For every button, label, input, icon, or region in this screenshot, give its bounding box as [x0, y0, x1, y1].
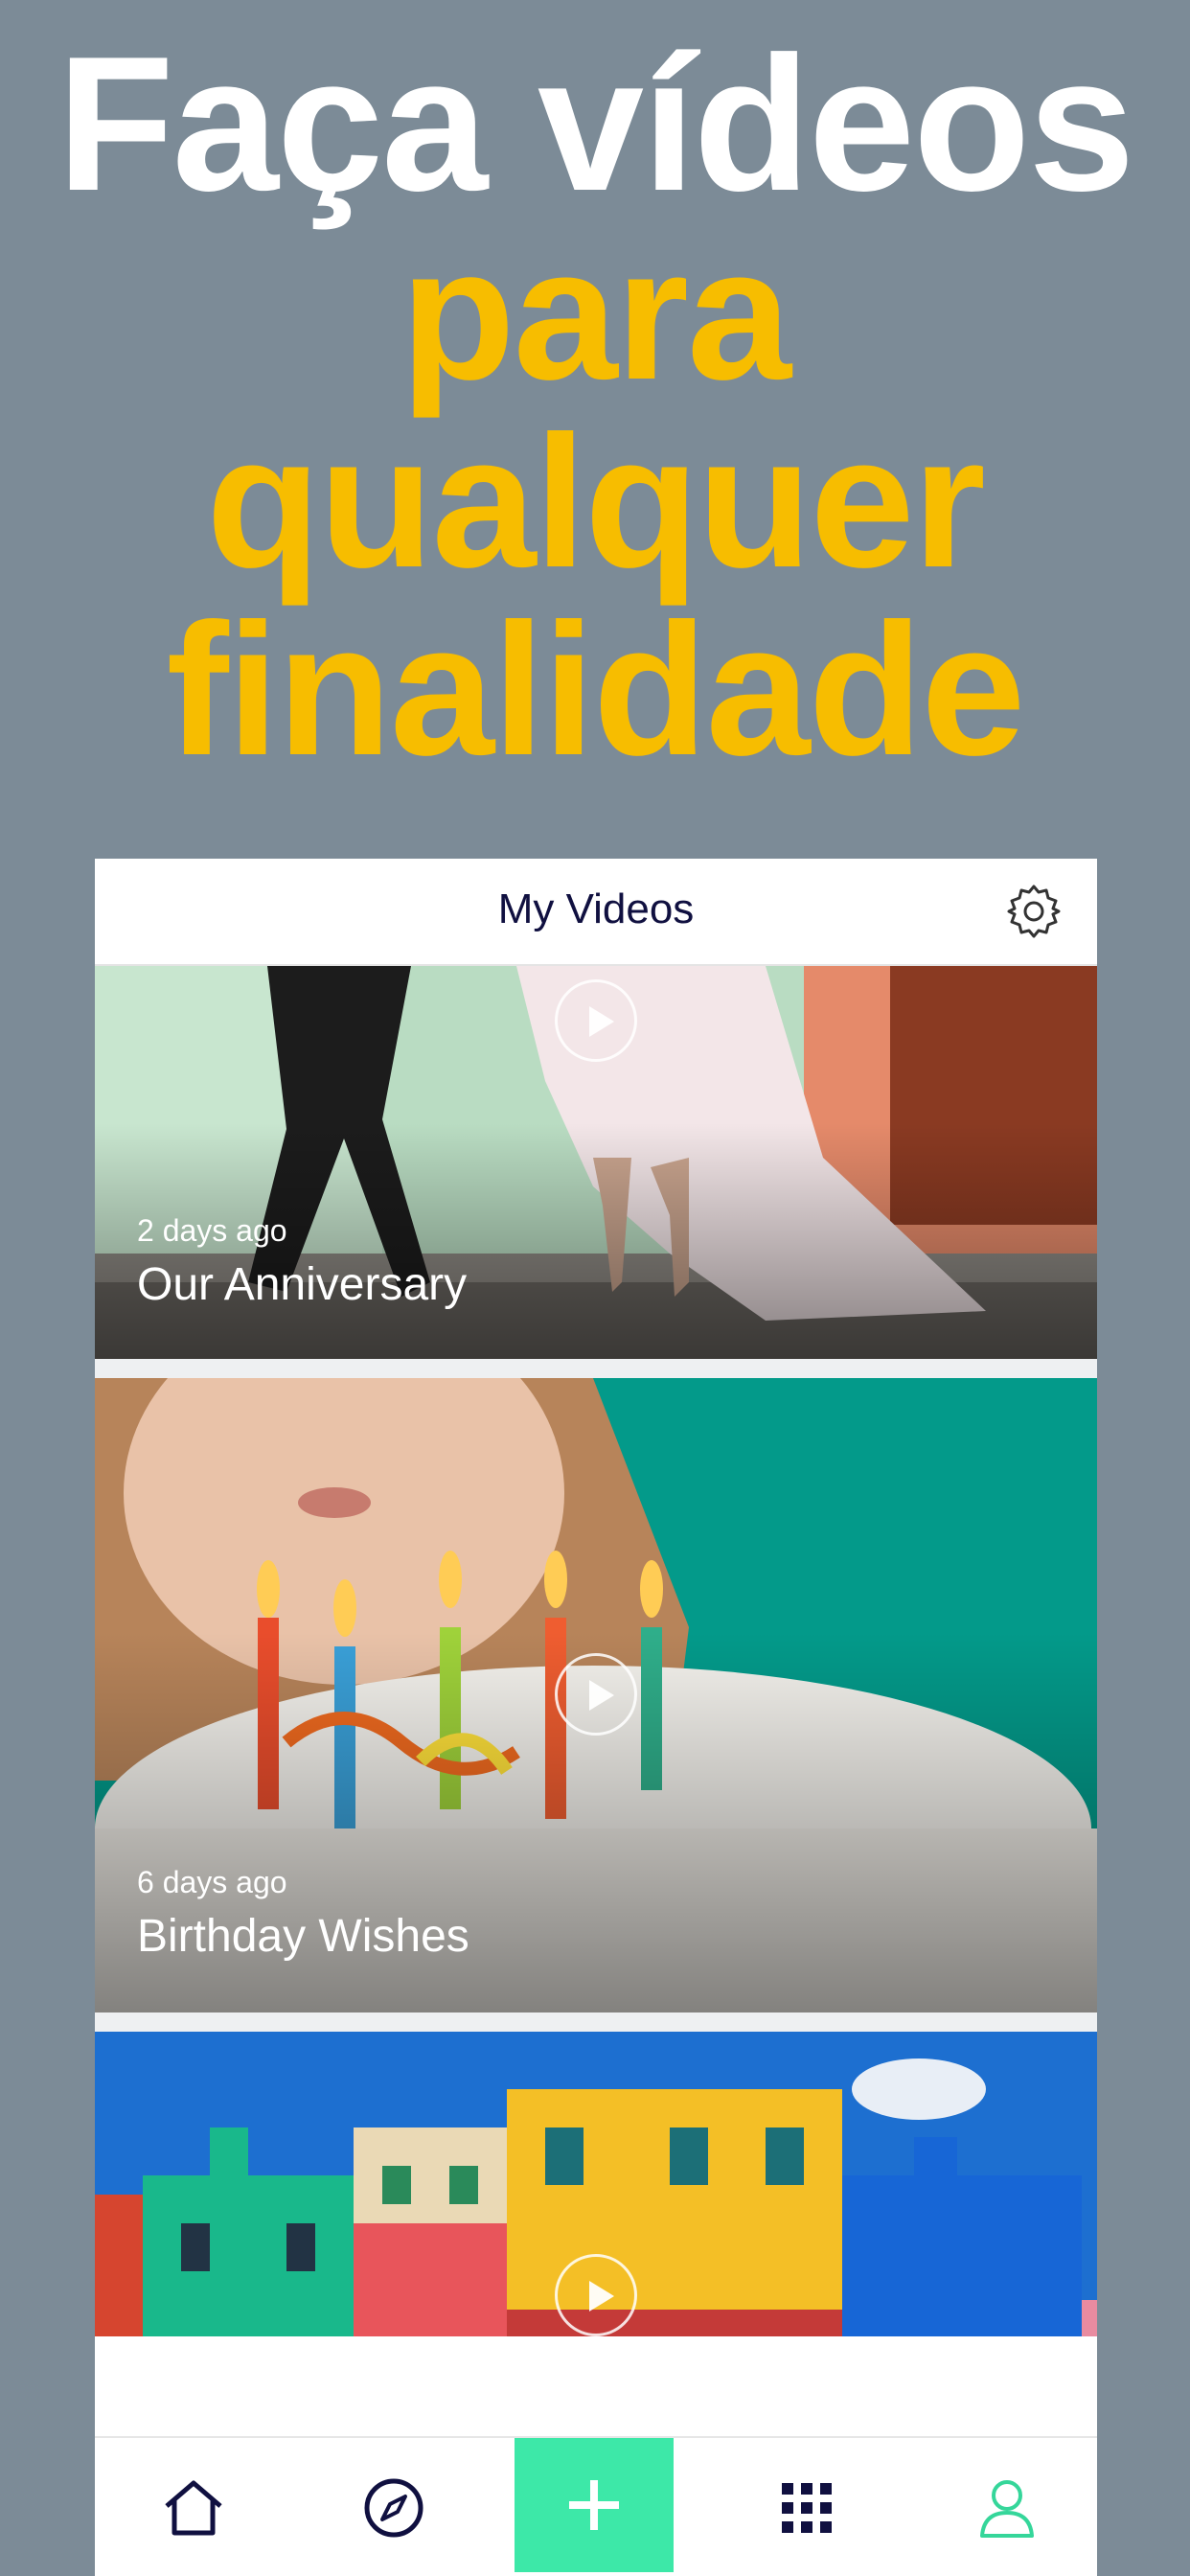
- video-card[interactable]: 6 days ago Birthday Wishes: [95, 1378, 1097, 2012]
- tab-add[interactable]: [515, 2438, 674, 2572]
- video-card[interactable]: 2 days ago Our Anniversary: [95, 966, 1097, 1359]
- tab-explore[interactable]: [314, 2438, 473, 2576]
- video-date: 2 days ago: [137, 1213, 287, 1248]
- play-icon[interactable]: [555, 1653, 637, 1736]
- video-title: Our Anniversary: [137, 1259, 468, 1310]
- video-date: 6 days ago: [137, 1865, 287, 1899]
- tab-bar: [95, 2436, 1097, 2576]
- gear-icon[interactable]: [1005, 883, 1063, 940]
- plus-icon: [569, 2480, 619, 2530]
- video-feed[interactable]: 2 days ago Our Anniversary 6 days ago Bi…: [95, 966, 1097, 2336]
- headline-line-4: finalidade: [166, 585, 1026, 794]
- tab-templates[interactable]: [727, 2438, 886, 2576]
- video-meta: 2 days ago Our Anniversary: [137, 1213, 467, 1311]
- play-icon[interactable]: [555, 979, 637, 1062]
- headline-line-3: qualquer: [206, 397, 986, 607]
- play-icon[interactable]: [555, 2254, 637, 2336]
- home-icon: [165, 2480, 222, 2536]
- app-screen: My Videos 2 days ago Our Anniversary 6 d…: [95, 859, 1097, 2576]
- headline-line-1: Faça vídeos: [57, 17, 1134, 231]
- tab-home[interactable]: [114, 2438, 273, 2576]
- video-card[interactable]: [95, 2032, 1097, 2336]
- navigation-bar: My Videos: [95, 859, 1097, 966]
- video-title: Birthday Wishes: [137, 1911, 469, 1962]
- compass-icon: [364, 2478, 423, 2538]
- page-title: My Videos: [497, 886, 695, 932]
- promo-headline: Faça vídeos para qualquer finalidade: [0, 29, 1190, 784]
- profile-icon: [980, 2480, 1034, 2538]
- grid-icon: [782, 2483, 832, 2533]
- headline-line-2: para: [400, 209, 791, 419]
- tab-profile[interactable]: [927, 2438, 1087, 2576]
- video-meta: 6 days ago Birthday Wishes: [137, 1865, 469, 1963]
